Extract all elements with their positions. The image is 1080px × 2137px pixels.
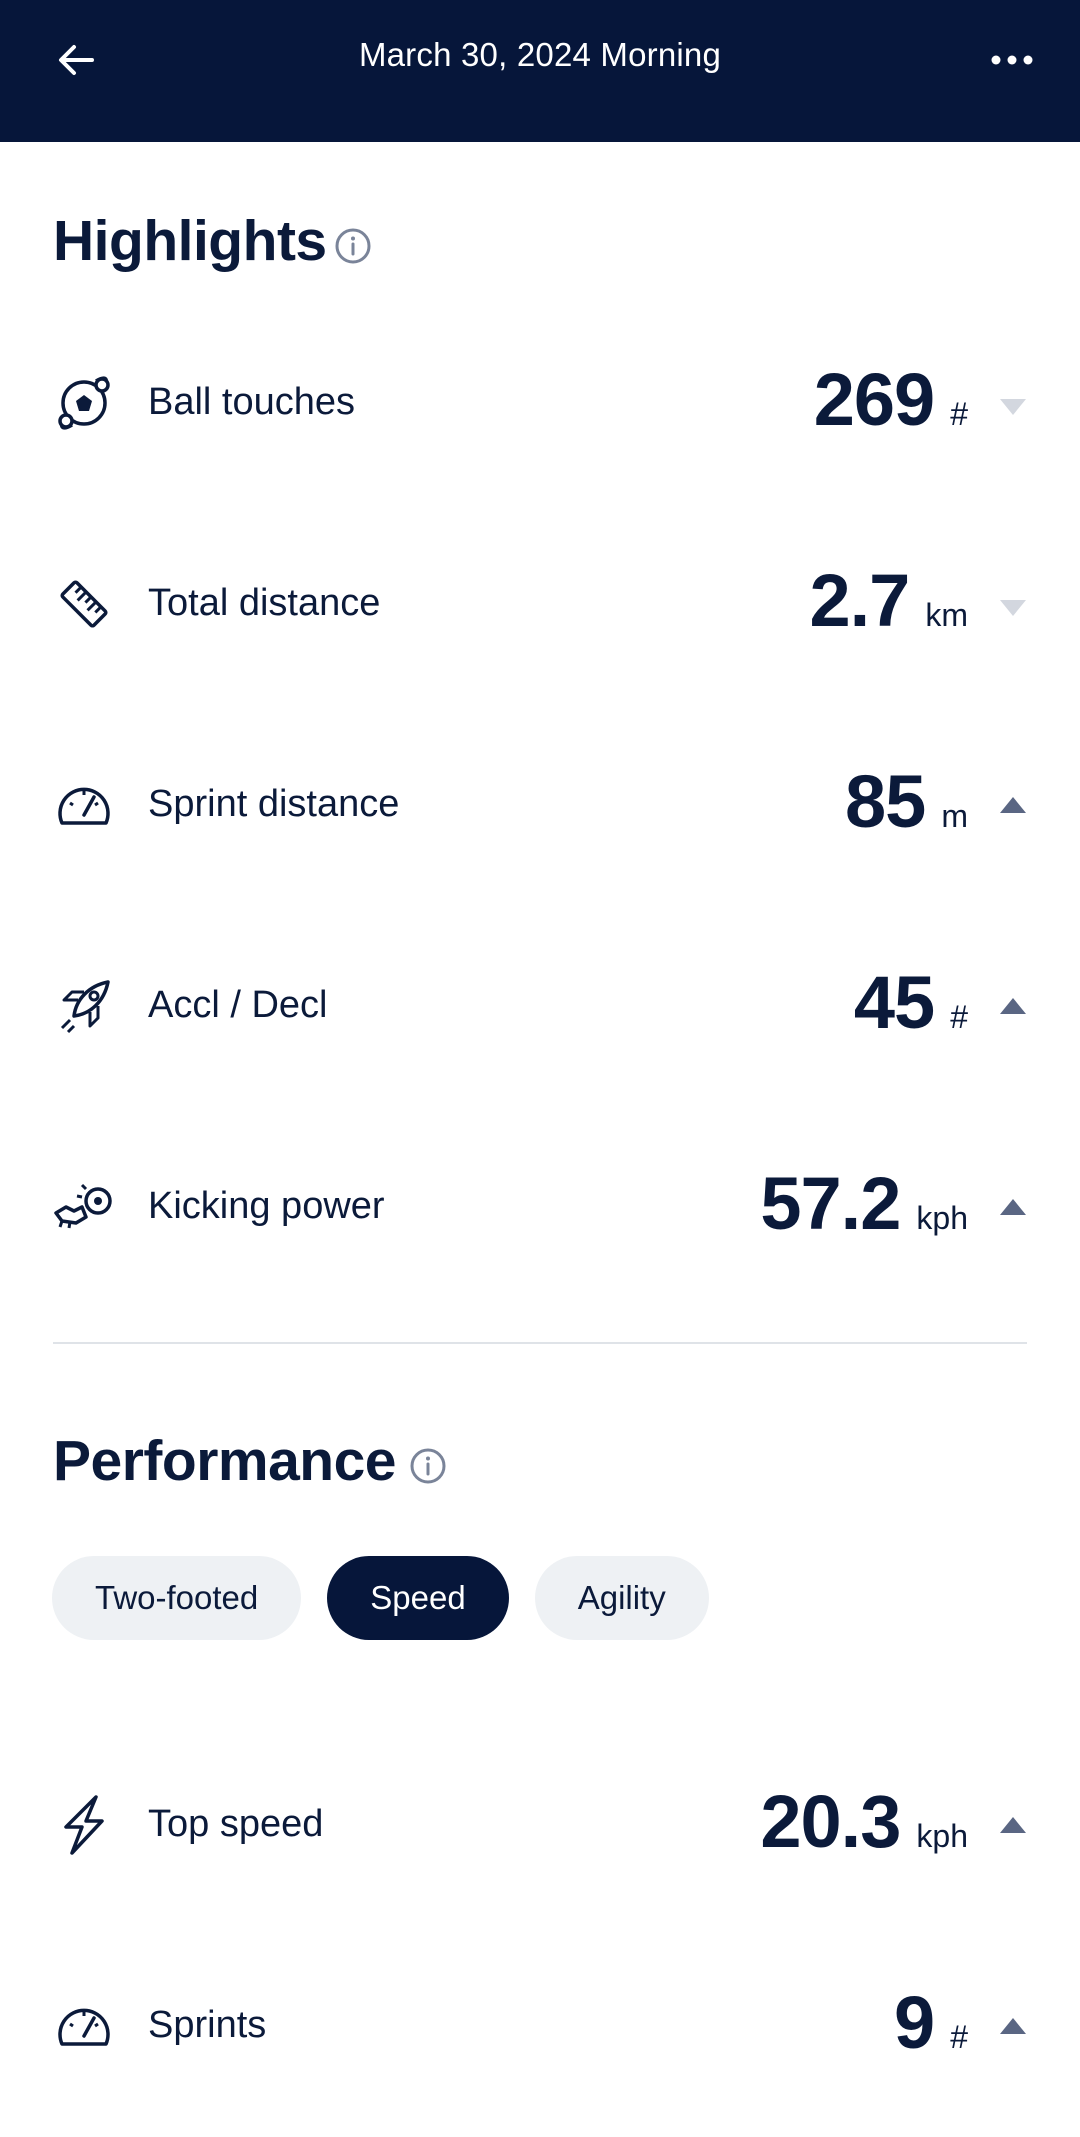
metric-row-ball-touches[interactable]: Ball touches 269 #	[0, 343, 1080, 453]
metric-value: 85	[845, 760, 926, 843]
metric-value-group: 2.7 km	[809, 558, 968, 643]
more-horizontal-icon	[991, 55, 1033, 65]
metric-row-sprint-distance[interactable]: Sprint distance 85 m	[0, 745, 1080, 855]
metric-value-group: 45 #	[854, 960, 968, 1045]
section-divider	[53, 1342, 1027, 1344]
metric-value: 45	[853, 961, 935, 1044]
trend-up-icon	[1000, 1199, 1026, 1215]
info-icon[interactable]	[408, 1446, 448, 1486]
metric-label: Sprints	[148, 2004, 267, 2046]
metric-unit: #	[950, 2019, 968, 2055]
trend-down-icon	[1000, 600, 1026, 616]
highlights-title: Highlights	[53, 209, 327, 273]
metric-unit: #	[950, 396, 968, 432]
tab-two-footed[interactable]: Two-footed	[52, 1556, 302, 1640]
info-icon[interactable]	[333, 226, 373, 266]
metric-row-total-distance[interactable]: Total distance 2.7 km	[0, 544, 1080, 654]
metric-unit: #	[950, 999, 968, 1035]
ball-icon	[58, 376, 110, 430]
metric-unit: m	[941, 798, 968, 834]
metric-label: Accl / Decl	[148, 984, 328, 1026]
metric-value: 20.3	[760, 1780, 901, 1863]
metric-label: Total distance	[148, 582, 381, 624]
metric-row-accl-decl[interactable]: Accl / Decl 45 #	[0, 946, 1080, 1056]
rocket-icon	[60, 980, 110, 1034]
performance-title: Performance	[53, 1429, 397, 1493]
metric-row-sprints[interactable]: Sprints 9 #	[0, 1966, 1080, 2076]
trend-up-icon	[1000, 2018, 1026, 2034]
metric-value-group: 20.3 kph	[760, 1779, 968, 1864]
trend-up-icon	[1000, 1817, 1026, 1833]
page-title: March 30, 2024 Morning	[358, 36, 722, 73]
performance-tabs: Two-footed Speed Agility	[52, 1556, 709, 1640]
lightning-icon	[64, 1795, 104, 1855]
metric-value: 9	[894, 1981, 935, 2064]
trend-down-icon	[1000, 399, 1026, 415]
metric-value-group: 269 #	[814, 357, 968, 442]
tab-speed[interactable]: Speed	[327, 1556, 509, 1640]
metric-value-group: 85 m	[845, 759, 968, 844]
kick-icon	[54, 1183, 112, 1229]
top-app-bar: March 30, 2024 Morning	[0, 0, 1080, 142]
metric-unit: km	[925, 597, 968, 633]
metric-unit: kph	[916, 1200, 968, 1236]
metric-label: Kicking power	[148, 1185, 385, 1227]
speedometer-icon	[58, 787, 110, 825]
tab-agility[interactable]: Agility	[534, 1556, 709, 1640]
more-options-button[interactable]	[980, 28, 1044, 92]
metric-unit: kph	[916, 1818, 968, 1854]
metric-label: Ball touches	[148, 381, 356, 423]
metric-label: Sprint distance	[148, 783, 400, 825]
metric-value: 57.2	[760, 1162, 901, 1245]
trend-up-icon	[1000, 797, 1026, 813]
trend-up-icon	[1000, 998, 1026, 1014]
metric-row-kicking-power[interactable]: Kicking power 57.2 kph	[0, 1147, 1080, 1257]
speedometer-icon	[58, 2008, 110, 2046]
metric-value-group: 9 #	[894, 1980, 968, 2065]
metric-value: 2.7	[809, 559, 910, 642]
metric-row-top-speed[interactable]: Top speed 20.3 kph	[0, 1765, 1080, 1875]
metric-value-group: 57.2 kph	[760, 1161, 968, 1246]
metric-label: Top speed	[148, 1803, 324, 1845]
ruler-icon	[60, 580, 108, 628]
metric-value: 269	[813, 358, 935, 441]
